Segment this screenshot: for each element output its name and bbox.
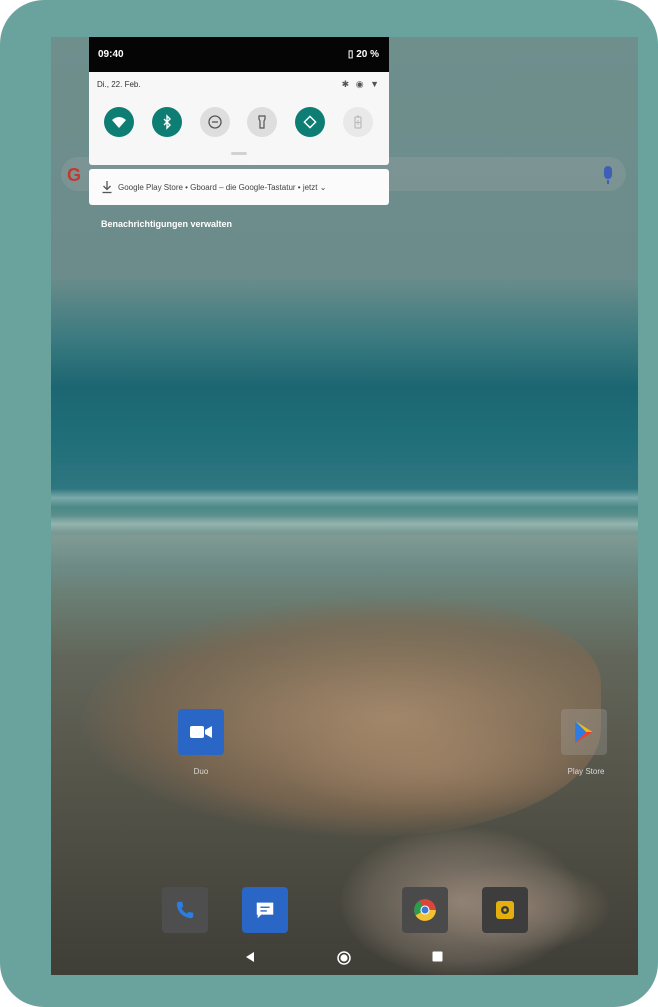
duo-video-icon: [190, 726, 212, 738]
chrome-app[interactable]: [402, 887, 448, 933]
play-store-app[interactable]: [561, 709, 607, 755]
google-logo-icon: G: [67, 165, 82, 185]
status-battery: ▯ 20 %: [348, 49, 379, 60]
qs-system-icons: ✱ ◉ ▼: [342, 79, 381, 90]
quick-settings-panel: Di., 22. Feb. ✱ ◉ ▼: [89, 72, 389, 165]
battery-saver-tile[interactable]: [343, 107, 373, 137]
play-store-icon: [575, 721, 593, 743]
mic-icon[interactable]: [604, 166, 612, 184]
status-bar: 09:40 ▯ 20 %: [89, 37, 389, 72]
bluetooth-icon: [163, 114, 171, 130]
status-time: 09:40: [98, 49, 124, 60]
duo-app[interactable]: [178, 709, 224, 755]
wave-foam: [51, 515, 638, 533]
download-icon: [102, 181, 112, 194]
messages-icon: [256, 902, 274, 919]
phone-app[interactable]: [162, 887, 208, 933]
notification-text: Google Play Store • Gboard – die Google-…: [118, 183, 327, 192]
tablet-frame: G 09:40 ▯ 20 % Di., 22. Feb. ✱ ◉ ▼ Googl…: [0, 0, 658, 1007]
camera-app[interactable]: [482, 887, 528, 933]
flashlight-tile[interactable]: [247, 107, 277, 137]
qs-date: Di., 22. Feb.: [97, 80, 141, 89]
auto-rotate-tile[interactable]: [295, 107, 325, 137]
battery-icon: ▯: [347, 49, 354, 60]
rotate-icon: [303, 115, 317, 129]
drag-handle[interactable]: [231, 152, 247, 155]
wifi-tile[interactable]: [104, 107, 134, 137]
battery-saver-icon: [354, 115, 362, 129]
home-icon[interactable]: [337, 951, 351, 965]
manage-notifications-link[interactable]: Benachrichtigungen verwalten: [101, 219, 232, 229]
wifi-icon: [112, 117, 126, 128]
messages-app[interactable]: [242, 887, 288, 933]
phone-icon: [176, 901, 194, 919]
wifi-icon: ▼: [370, 79, 381, 89]
battery-percent: 20 %: [356, 49, 379, 60]
screen: G 09:40 ▯ 20 % Di., 22. Feb. ✱ ◉ ▼ Googl…: [51, 37, 638, 975]
dnd-tile[interactable]: [200, 107, 230, 137]
chevron-down-icon[interactable]: ⌄: [320, 183, 327, 192]
flashlight-icon: [258, 115, 266, 129]
back-icon[interactable]: [244, 951, 256, 963]
bluetooth-icon: ✱: [341, 79, 352, 89]
eye-icon: ◉: [355, 79, 366, 89]
wave-foam: [51, 489, 638, 507]
chrome-icon: [414, 899, 436, 921]
bluetooth-tile[interactable]: [152, 107, 182, 137]
navigation-bar: [51, 941, 638, 975]
recents-icon[interactable]: [432, 951, 443, 962]
play-store-label: Play Store: [567, 767, 605, 776]
duo-label: Duo: [193, 767, 209, 776]
camera-icon: [496, 901, 514, 919]
dnd-icon: [208, 115, 222, 129]
notification-card[interactable]: Google Play Store • Gboard – die Google-…: [89, 169, 389, 205]
